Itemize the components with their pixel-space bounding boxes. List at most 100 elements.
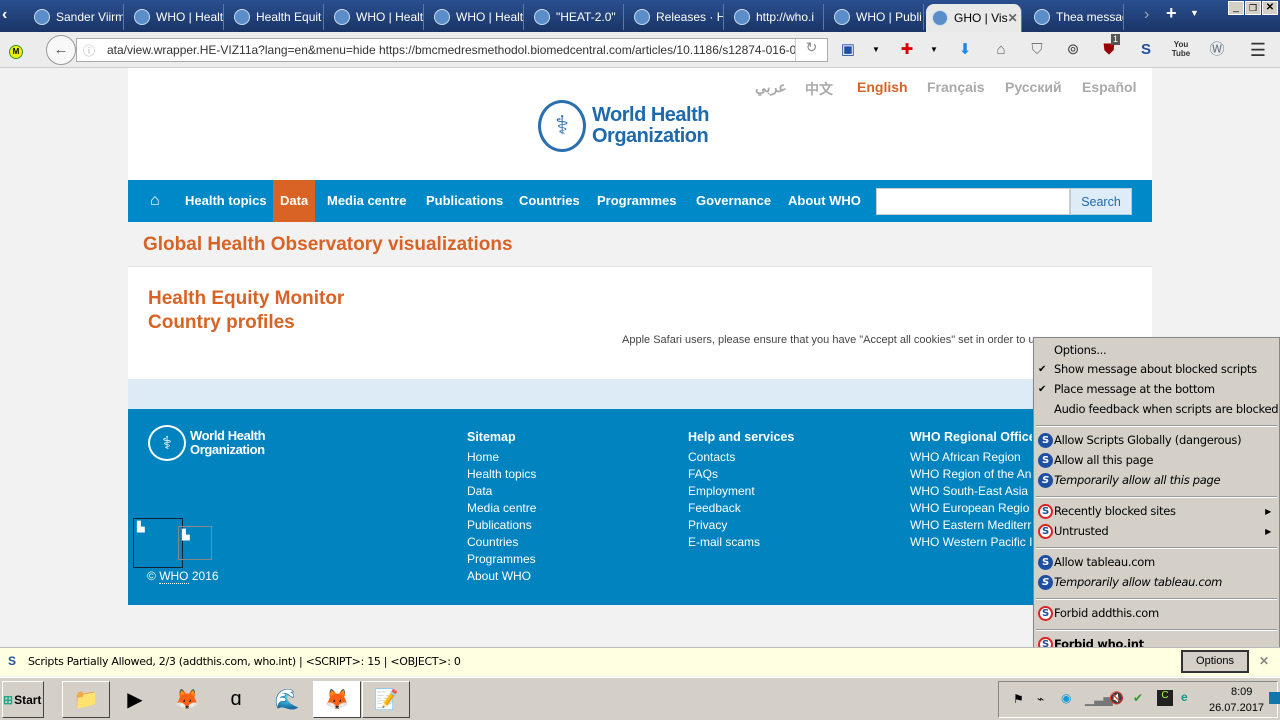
nav-item[interactable]: About WHO	[780, 180, 869, 222]
addon-m-icon[interactable]: M	[6, 40, 26, 60]
menu-item[interactable]: ✔ Show message about blocked scripts	[1034, 360, 1279, 379]
show-desktop-icon[interactable]	[1269, 692, 1280, 704]
language-link[interactable]: عربي	[755, 79, 787, 96]
browser-tab[interactable]: "HEAT-2.0"	[528, 4, 624, 30]
eset-icon[interactable]: e	[1181, 690, 1188, 704]
nav-item[interactable]: Health topics	[177, 180, 275, 222]
footer-link[interactable]: Countries	[467, 534, 536, 551]
language-link[interactable]: Русский	[1005, 79, 1062, 95]
menu-item[interactable]: S Untrusted ▶	[1034, 522, 1279, 541]
search-button[interactable]: Search	[1070, 188, 1132, 215]
browser-tab[interactable]: http://who.i	[728, 4, 824, 30]
network-eye-icon[interactable]: ◉	[1061, 691, 1071, 705]
addon-w-icon[interactable]: Ⓦ	[1207, 40, 1227, 60]
options-button[interactable]: Options	[1181, 650, 1249, 673]
footer-link[interactable]: FAQs	[688, 466, 794, 483]
menu-item[interactable]: S Allow all this page	[1034, 451, 1279, 470]
firefox-taskbar-button[interactable]: 🦊	[313, 681, 361, 718]
footer-link[interactable]: Employment	[688, 483, 794, 500]
info-icon[interactable]: ⓘ	[83, 42, 95, 59]
dropdown-icon[interactable]: ▼	[866, 40, 886, 60]
language-link[interactable]: Français	[927, 79, 985, 95]
search-input[interactable]	[876, 188, 1070, 215]
media-player-taskbar-button[interactable]: ▶	[113, 681, 157, 718]
menu-item[interactable]: S Allow Scripts Globally (dangerous)	[1034, 431, 1279, 450]
footer-who-logo[interactable]: ⚕ World Health Organization	[148, 425, 266, 461]
menu-item[interactable]: S Temporarily allow all this page	[1034, 471, 1279, 490]
browser-tab[interactable]: WHO | Healt	[328, 4, 424, 30]
notepad-plus-taskbar-button[interactable]: 📝	[362, 681, 410, 718]
home-icon[interactable]: ⌂	[991, 40, 1011, 60]
save-icon[interactable]: ▣	[838, 40, 858, 60]
footer-link[interactable]: WHO Eastern Mediterr	[910, 517, 1032, 534]
restore-button[interactable]: ❐	[1245, 1, 1261, 15]
language-link[interactable]: English	[857, 79, 908, 95]
browser-tab[interactable]: Releases · H	[628, 4, 724, 30]
download-icon[interactable]: ⬇	[955, 40, 975, 60]
browser-tab[interactable]: Thea messag	[1028, 4, 1124, 30]
footer-link[interactable]: Feedback	[688, 500, 794, 517]
browser-tab[interactable]: Health Equit	[228, 4, 324, 30]
first-aid-icon[interactable]: ✚	[897, 40, 917, 60]
nav-item[interactable]: Countries	[511, 180, 588, 222]
power-icon[interactable]: ⌁	[1037, 692, 1044, 706]
close-notification-icon[interactable]: ✕	[1259, 654, 1269, 668]
nav-item[interactable]: Data	[273, 180, 316, 222]
nav-item[interactable]: Programmes	[589, 180, 684, 222]
noscript-icon[interactable]: S	[1136, 40, 1156, 60]
footer-link[interactable]: Programmes	[467, 551, 536, 568]
close-tab-icon[interactable]: ✕	[1008, 11, 1018, 25]
avast-taskbar-button[interactable]: ɑ	[214, 681, 258, 718]
footer-link[interactable]: Privacy	[688, 517, 794, 534]
footer-link[interactable]: Home	[467, 449, 536, 466]
ublock-icon[interactable]: ⛊ 1	[1099, 34, 1121, 60]
footer-link[interactable]: About WHO	[467, 568, 536, 585]
browser-tab[interactable]: WHO | Publi	[828, 4, 924, 30]
language-link[interactable]: Español	[1082, 79, 1136, 95]
youtube-icon[interactable]: You Tube	[1171, 40, 1191, 60]
footer-link[interactable]: E-mail scams	[688, 534, 794, 551]
clock-time[interactable]: 8:09	[1231, 686, 1252, 698]
footer-link[interactable]: WHO Western Pacific I	[910, 534, 1032, 551]
menu-item[interactable]: S Recently blocked sites ▶	[1034, 502, 1279, 521]
home-icon[interactable]: ⌂	[142, 180, 168, 222]
scroll-tabs-left-button[interactable]: ‹	[2, 6, 20, 28]
sync-icon[interactable]: ⊚	[1063, 40, 1083, 60]
menu-item[interactable]: S Allow tableau.com	[1034, 553, 1279, 572]
clock-date[interactable]: 26.07.2017	[1209, 702, 1264, 714]
menu-icon[interactable]: ☰	[1248, 40, 1268, 60]
explorer-taskbar-button[interactable]: 📁	[62, 681, 110, 718]
close-window-button[interactable]: ✕	[1262, 1, 1278, 15]
language-link[interactable]: 中文	[805, 79, 833, 99]
new-tab-button[interactable]: +	[1166, 3, 1177, 24]
gpu-monitor-icon[interactable]: C	[1157, 690, 1173, 706]
minimize-button[interactable]: _	[1228, 1, 1244, 15]
nav-item[interactable]: Governance	[688, 180, 779, 222]
nav-item[interactable]: Publications	[418, 180, 511, 222]
footer-link[interactable]: Contacts	[688, 449, 794, 466]
menu-item[interactable]: Audio feedback when scripts are blocked	[1034, 400, 1279, 419]
nav-item[interactable]: Media centre	[319, 180, 414, 222]
who-link[interactable]: WHO	[159, 569, 189, 584]
footer-link[interactable]: WHO South-East Asia	[910, 483, 1032, 500]
dropdown-icon[interactable]: ▼	[924, 40, 944, 60]
browser-tab[interactable]: WHO | Healt	[428, 4, 524, 30]
footer-link[interactable]: Media centre	[467, 500, 536, 517]
seamonkey-taskbar-button[interactable]: 🌊	[265, 681, 309, 718]
back-button[interactable]: ←	[46, 35, 76, 65]
footer-link[interactable]: Publications	[467, 517, 536, 534]
scroll-tabs-right-button[interactable]: ›	[1144, 6, 1149, 24]
browser-tab[interactable]: WHO | Healt	[128, 4, 224, 30]
browser-tab[interactable]: Sander Viirm	[28, 4, 124, 30]
who-logo[interactable]: ⚕ World Health Organization	[538, 100, 709, 152]
usb-icon[interactable]: ✔	[1133, 691, 1143, 705]
action-center-icon[interactable]: ⚑	[1013, 692, 1024, 706]
volume-muted-icon[interactable]: 🔇	[1109, 691, 1124, 705]
reload-button[interactable]: ↻	[795, 39, 827, 61]
pocket-icon[interactable]: ⛉	[1027, 40, 1047, 60]
menu-item[interactable]: S Forbid addthis.com	[1034, 604, 1279, 623]
footer-link[interactable]: WHO Region of the An	[910, 466, 1032, 483]
footer-link[interactable]: Data	[467, 483, 536, 500]
start-button[interactable]: ⊞ Start	[2, 681, 44, 718]
tab-list-dropdown-icon[interactable]: ▼	[1190, 8, 1199, 18]
